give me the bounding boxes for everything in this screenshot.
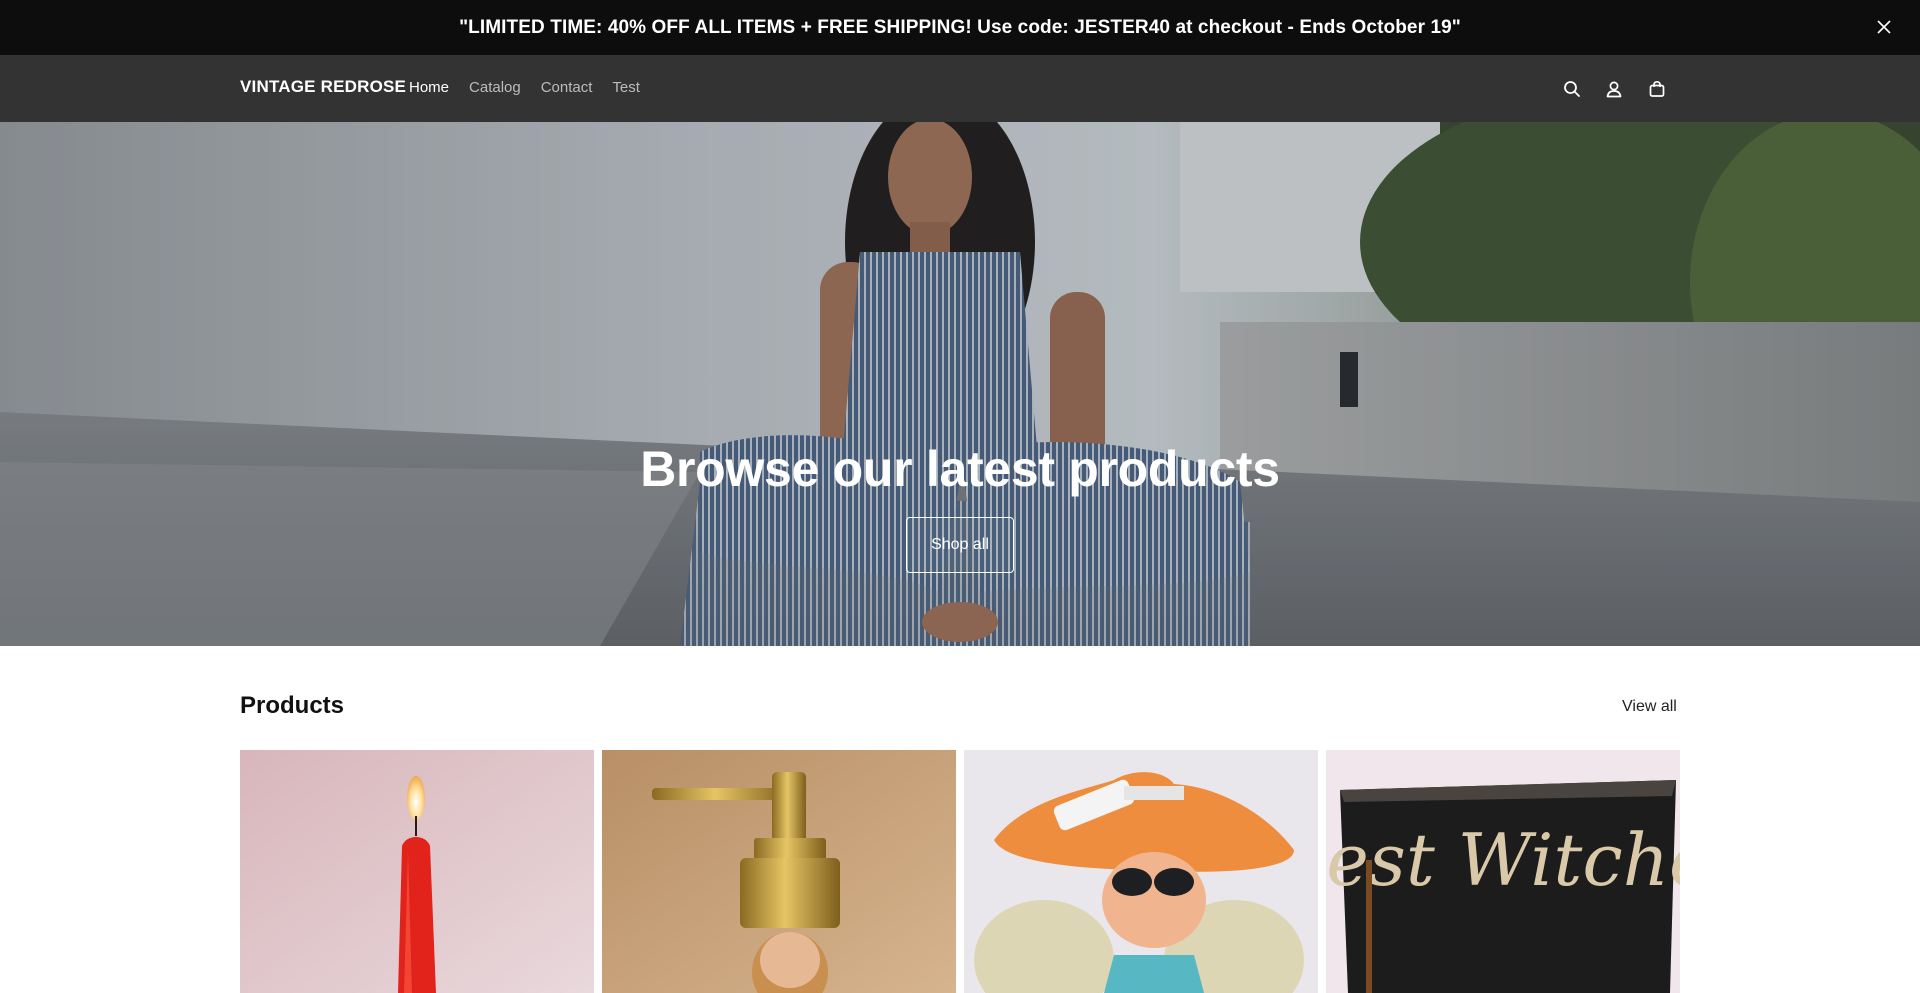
nav-item-catalog[interactable]: Catalog [469,79,521,96]
shop-all-button[interactable]: Shop all [906,517,1014,573]
red-candle-product-image[interactable] [240,750,594,993]
product-card[interactable] [240,750,594,993]
main-nav: Home Catalog Contact Test [409,79,640,96]
nav-item-contact[interactable]: Contact [541,79,593,96]
announcement-text: "LIMITED TIME: 40% OFF ALL ITEMS + FREE … [459,16,1461,38]
products-heading: Products [240,692,345,719]
site-header: VINTAGE REDROSE Home Catalog Contact Tes… [0,55,1920,122]
soap-dispenser-product-image[interactable] [602,750,956,993]
hero-banner: Browse our latest products Shop all [0,122,1920,646]
product-card[interactable] [964,750,1318,993]
close-icon[interactable] [1874,17,1894,37]
sign-text: Best Witches [1326,818,1680,902]
product-card[interactable]: Best Witches [1326,750,1680,993]
hero-title: Browse our latest products [640,441,1280,497]
account-icon[interactable] [1603,78,1625,100]
nav-item-home[interactable]: Home [409,79,449,96]
announcement-bar: "LIMITED TIME: 40% OFF ALL ITEMS + FREE … [0,0,1920,55]
product-card[interactable] [602,750,956,993]
nav-item-test[interactable]: Test [612,79,640,96]
fairy-figurine-product-image[interactable] [964,750,1318,993]
search-icon[interactable] [1561,78,1583,100]
store-logo[interactable]: VINTAGE REDROSE [240,77,406,97]
best-witches-sign-product-image[interactable]: Best Witches [1326,750,1680,993]
cart-icon[interactable] [1646,78,1668,100]
view-all-link[interactable]: View all [1622,698,1677,716]
